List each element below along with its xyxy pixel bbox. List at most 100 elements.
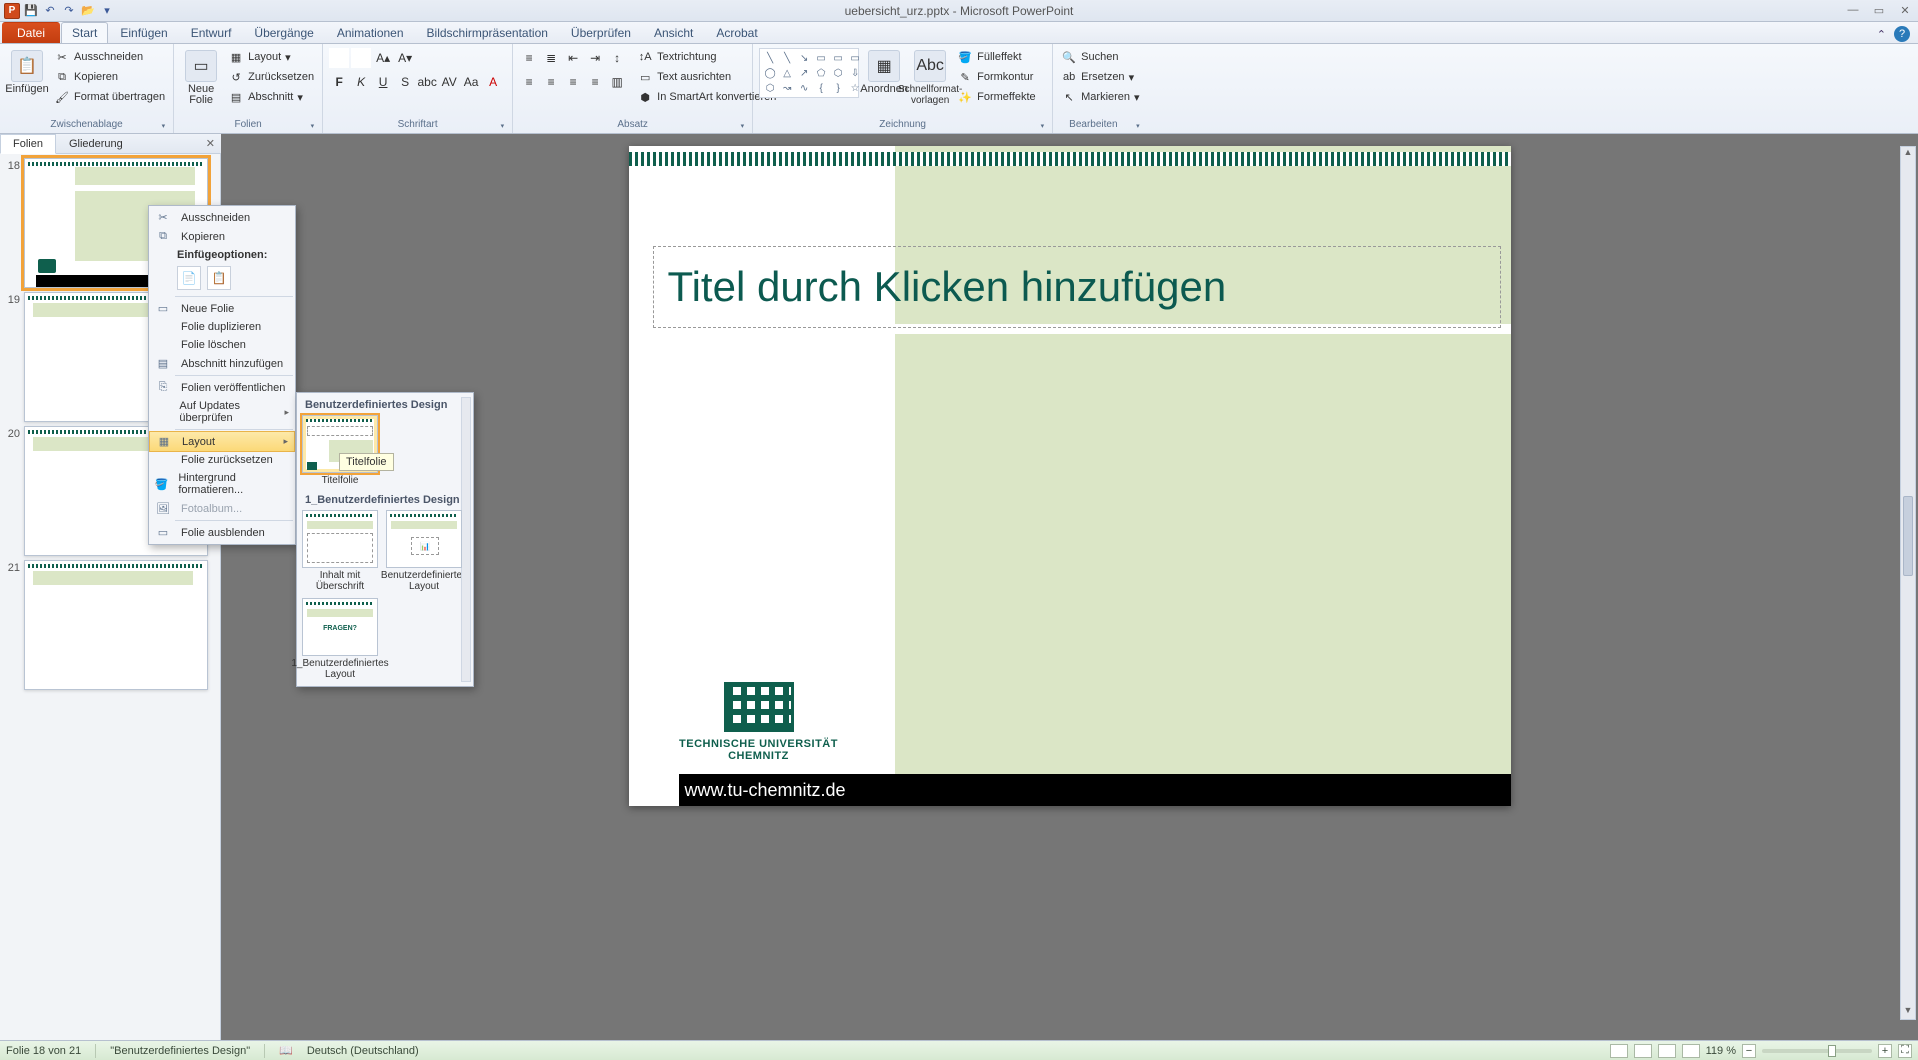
undo-icon[interactable]: ↶ <box>42 3 58 19</box>
select-button[interactable]: ↖Markieren ▾ <box>1059 88 1141 106</box>
tab-slideshow[interactable]: Bildschirmpräsentation <box>416 22 559 43</box>
format-painter-button[interactable]: 🖌Format übertragen <box>52 88 167 106</box>
ctx-copy[interactable]: ⧉Kopieren <box>149 227 295 246</box>
save-icon[interactable]: 💾 <box>23 3 39 19</box>
justify-icon[interactable]: ≡ <box>585 72 605 92</box>
indent-icon[interactable]: ⇥ <box>585 48 605 68</box>
strike-icon[interactable]: S <box>395 72 415 92</box>
tab-acrobat[interactable]: Acrobat <box>705 22 768 43</box>
columns-icon[interactable]: ▥ <box>607 72 627 92</box>
italic-icon[interactable]: K <box>351 72 371 92</box>
align-right-icon[interactable]: ≡ <box>563 72 583 92</box>
change-case-icon[interactable]: Aa <box>461 72 481 92</box>
paste-option-theme[interactable]: 📄 <box>177 266 201 290</box>
copy-icon: ⧉ <box>54 69 70 85</box>
pane-close-icon[interactable]: ✕ <box>200 137 221 150</box>
ctx-cut[interactable]: ✂Ausschneiden <box>149 208 295 227</box>
shape-fill-button[interactable]: 🪣Fülleffekt <box>955 48 1038 66</box>
grow-font-icon[interactable]: A▴ <box>373 48 393 68</box>
zoom-thumb[interactable] <box>1828 1045 1836 1057</box>
replace-button[interactable]: abErsetzen ▾ <box>1059 68 1141 86</box>
view-slideshow-button[interactable] <box>1682 1044 1700 1058</box>
help-icon[interactable]: ? <box>1894 26 1910 42</box>
layout-option-1custom[interactable]: FRAGEN? 1_Benutzerdefiniertes Layout <box>301 598 379 680</box>
scroll-down-icon[interactable]: ▼ <box>1901 1005 1915 1019</box>
ctx-publish[interactable]: ⎘Folien veröffentlichen <box>149 378 295 397</box>
font-family-select[interactable] <box>329 48 349 68</box>
new-slide-button[interactable]: ▭ Neue Folie <box>180 48 222 108</box>
shadow-icon[interactable]: abc <box>417 72 437 92</box>
cut-button[interactable]: ✂Ausschneiden <box>52 48 167 66</box>
layout-option-custom[interactable]: 📊 Benutzerdefiniertes Layout <box>385 510 463 592</box>
ctx-add-section[interactable]: ▤Abschnitt hinzufügen <box>149 354 295 373</box>
tab-start[interactable]: Start <box>61 22 108 43</box>
bullets-icon[interactable]: ≡ <box>519 48 539 68</box>
layout-option-titelfolie[interactable]: Titelfolie <box>301 415 379 486</box>
status-zoom[interactable]: 119 % <box>1706 1045 1736 1057</box>
view-normal-button[interactable] <box>1610 1044 1628 1058</box>
ctx-delete[interactable]: Folie löschen <box>149 336 295 354</box>
flyout-scrollbar[interactable] <box>461 397 471 682</box>
line-spacing-icon[interactable]: ↕ <box>607 48 627 68</box>
paste-option-source[interactable]: 📋 <box>207 266 231 290</box>
ribbon-minimize-icon[interactable]: ⌃ <box>1875 26 1888 43</box>
ctx-hide[interactable]: ▭Folie ausblenden <box>149 523 295 542</box>
find-button[interactable]: 🔍Suchen <box>1059 48 1141 66</box>
view-reading-button[interactable] <box>1658 1044 1676 1058</box>
align-left-icon[interactable]: ≡ <box>519 72 539 92</box>
font-color-icon[interactable]: A <box>483 72 503 92</box>
ctx-duplicate[interactable]: Folie duplizieren <box>149 318 295 336</box>
scroll-thumb[interactable] <box>1903 496 1913 576</box>
tab-view[interactable]: Ansicht <box>643 22 704 43</box>
close-button[interactable]: ✕ <box>1896 4 1914 17</box>
tab-review[interactable]: Überprüfen <box>560 22 642 43</box>
view-sorter-button[interactable] <box>1634 1044 1652 1058</box>
spellcheck-icon[interactable]: 📖 <box>279 1044 293 1057</box>
tab-transitions[interactable]: Übergänge <box>243 22 324 43</box>
char-spacing-icon[interactable]: AV <box>439 72 459 92</box>
layout-button[interactable]: ▦Layout ▾ <box>226 48 316 66</box>
thumb-21[interactable]: 21 <box>4 560 212 690</box>
slide-canvas-area[interactable]: Titel durch Klicken hinzufügen TECHNISCH… <box>221 134 1918 1040</box>
slide-title-placeholder[interactable]: Titel durch Klicken hinzufügen <box>653 246 1501 328</box>
scroll-up-icon[interactable]: ▲ <box>1901 147 1915 161</box>
shape-effects-button[interactable]: ✨Formeffekte <box>955 88 1038 106</box>
vertical-scrollbar[interactable]: ▲ ▼ <box>1900 146 1916 1020</box>
zoom-out-button[interactable]: − <box>1742 1044 1756 1058</box>
underline-icon[interactable]: U <box>373 72 393 92</box>
pane-tab-slides[interactable]: Folien <box>0 134 56 154</box>
restore-button[interactable]: ▭ <box>1870 4 1888 17</box>
paste-button[interactable]: 📋 Einfügen <box>6 48 48 97</box>
ctx-new-slide[interactable]: ▭Neue Folie <box>149 299 295 318</box>
qat-more-icon[interactable]: ▾ <box>99 3 115 19</box>
bold-icon[interactable]: F <box>329 72 349 92</box>
tab-animations[interactable]: Animationen <box>326 22 415 43</box>
align-center-icon[interactable]: ≡ <box>541 72 561 92</box>
reset-button[interactable]: ↺Zurücksetzen <box>226 68 316 86</box>
copy-button[interactable]: ⧉Kopieren <box>52 68 167 86</box>
pane-tab-outline[interactable]: Gliederung <box>56 134 136 154</box>
zoom-slider[interactable] <box>1762 1049 1872 1053</box>
ctx-check-updates[interactable]: Auf Updates überprüfen <box>149 397 295 427</box>
redo-icon[interactable]: ↷ <box>61 3 77 19</box>
shape-outline-button[interactable]: ✎Formkontur <box>955 68 1038 86</box>
open-icon[interactable]: 📂 <box>80 3 96 19</box>
ctx-format-bg[interactable]: 🪣Hintergrund formatieren... <box>149 469 295 499</box>
section-button[interactable]: ▤Abschnitt ▾ <box>226 88 316 106</box>
ctx-layout[interactable]: ▦Layout <box>149 431 295 452</box>
tab-file[interactable]: Datei <box>2 22 60 43</box>
minimize-button[interactable]: — <box>1844 4 1862 17</box>
numbering-icon[interactable]: ≣ <box>541 48 561 68</box>
shrink-font-icon[interactable]: A▾ <box>395 48 415 68</box>
outdent-icon[interactable]: ⇤ <box>563 48 583 68</box>
layout-option-inhalt[interactable]: Inhalt mit Überschrift <box>301 510 379 592</box>
tab-insert[interactable]: Einfügen <box>109 22 178 43</box>
zoom-in-button[interactable]: + <box>1878 1044 1892 1058</box>
status-language[interactable]: Deutsch (Deutschland) <box>307 1045 419 1057</box>
shapes-gallery[interactable]: ╲╲↘▭▭▭ ◯△↗⬠⬡⇩ ⬡↝∿{}☆ <box>759 48 859 98</box>
quick-styles-button[interactable]: AbcSchnellformat-vorlagen <box>909 48 951 108</box>
fit-button[interactable]: ⛶ <box>1898 1044 1912 1058</box>
font-size-select[interactable] <box>351 48 371 68</box>
ctx-reset[interactable]: Folie zurücksetzen <box>149 451 295 469</box>
tab-design[interactable]: Entwurf <box>180 22 243 43</box>
